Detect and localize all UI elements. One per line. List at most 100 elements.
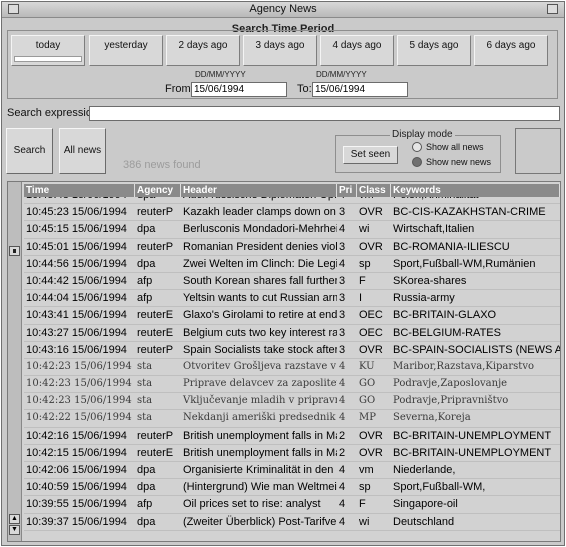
to-date-field[interactable]: 15/06/1994 bbox=[312, 82, 408, 97]
cell-agency: dpa bbox=[137, 464, 156, 476]
show-all-radio[interactable] bbox=[412, 142, 422, 152]
vertical-scrollbar[interactable]: ▲ ▼ bbox=[8, 182, 22, 541]
cell-class: F bbox=[359, 274, 366, 287]
tab-4-days-ago[interactable]: 4 days ago bbox=[320, 35, 394, 66]
col-class[interactable]: Class bbox=[357, 184, 391, 197]
cell-time: 10:42:23 15/06/1994 bbox=[26, 378, 132, 390]
all-news-button[interactable]: All news bbox=[59, 128, 106, 174]
cell-pri: 3 bbox=[339, 206, 346, 219]
col-pri[interactable]: Pri bbox=[337, 184, 357, 197]
cell-agency: afp bbox=[137, 292, 153, 305]
table-row[interactable]: 10:42:06 15/06/1994 dpa Organisierte Krimi… bbox=[24, 462, 560, 480]
table-row[interactable]: 10:43:16 15/06/1994 reuterP Spain Socialis… bbox=[24, 342, 560, 359]
search-button[interactable]: Search bbox=[6, 128, 53, 174]
cell-keywords: BC-BRITAIN-UNEMPLOYMENT bbox=[393, 429, 552, 442]
table-header: Time Agency Header Pri Class Keywords bbox=[24, 184, 560, 197]
table-row[interactable]: 10:39:55 15/06/1994 afp Oil prices set to… bbox=[24, 496, 560, 514]
cell-time: 10:43:27 15/06/1994 bbox=[26, 326, 127, 339]
cell-class: I bbox=[359, 292, 363, 305]
search-expression-input[interactable] bbox=[89, 106, 560, 121]
table-row[interactable]: 10:42:16 15/06/1994 reuterP British unempl… bbox=[24, 428, 560, 445]
tab-2-days-ago[interactable]: 2 days ago bbox=[166, 35, 240, 66]
news-window: Agency News Search Time Period today yest… bbox=[1, 1, 565, 546]
close-icon[interactable] bbox=[8, 4, 19, 14]
table-row[interactable]: 10:44:04 15/06/1994 afp Yeltsin wants to … bbox=[24, 290, 560, 308]
table-row[interactable]: 10:43:27 15/06/1994 reuterE Belgium cuts t… bbox=[24, 325, 560, 342]
scroll-thumb-icon[interactable] bbox=[9, 246, 20, 256]
table-row[interactable]: 10:45:15 15/06/1994 dpa Berlusconis Mondad… bbox=[24, 221, 560, 239]
set-seen-button[interactable]: Set seen bbox=[343, 146, 398, 164]
display-mode-title: Display mode bbox=[390, 129, 455, 140]
cell-keywords: Polen,Kriminalität bbox=[391, 197, 560, 204]
tab-label: 3 days ago bbox=[255, 40, 305, 51]
table-row[interactable]: 10:42:23 15/06/1994 sta Priprave delavcev … bbox=[24, 376, 560, 394]
cell-header: Romanian President denies viola bbox=[183, 240, 337, 253]
cell-pri: 4 bbox=[339, 515, 346, 528]
cell-class: vm bbox=[359, 464, 374, 476]
tab-yesterday[interactable]: yesterday bbox=[89, 35, 163, 66]
cell-header: British unemployment falls in Ma bbox=[183, 429, 337, 442]
cell-agency: reuterP bbox=[137, 429, 174, 442]
cell-class: wi bbox=[359, 515, 370, 528]
show-all-label: Show all news bbox=[426, 142, 484, 152]
search-expression-label: Search expression: bbox=[7, 107, 102, 119]
col-agency[interactable]: Agency bbox=[135, 184, 181, 197]
cell-header: Berlusconis Mondadori-Mehrheit bbox=[183, 223, 337, 236]
cell-time: 10:42:06 15/06/1994 bbox=[26, 464, 127, 476]
table-row[interactable]: 10:42:22 15/06/1994 sta Nekdanji ameriški … bbox=[24, 410, 560, 428]
tab-indicator bbox=[92, 56, 160, 62]
table-body: 10:45:48 15/06/1994dpaAuch russische Dip… bbox=[24, 197, 560, 540]
tab-5-days-ago[interactable]: 5 days ago bbox=[397, 35, 471, 66]
col-time[interactable]: Time bbox=[24, 184, 135, 197]
cell-header: South Korean shares fall further bbox=[183, 274, 337, 287]
tab-indicator bbox=[169, 56, 237, 62]
table-row[interactable]: 10:45:23 15/06/1994 reuterP Kazakh leader … bbox=[24, 204, 560, 222]
from-label: From: bbox=[165, 83, 194, 95]
cell-time: 10:44:56 15/06/1994 bbox=[26, 257, 127, 270]
cell-class: OEC bbox=[359, 326, 383, 339]
cell-keywords: BC-BRITAIN-GLAXO bbox=[393, 309, 497, 322]
arrow-down-icon[interactable]: ▼ bbox=[9, 525, 20, 535]
table-row[interactable]: 10:45:48 15/06/1994dpaAuch russische Dip… bbox=[24, 197, 560, 205]
arrow-up-icon[interactable]: ▲ bbox=[9, 514, 20, 524]
tab-today[interactable]: today bbox=[11, 35, 85, 66]
table-row[interactable]: 10:44:42 15/06/1994 afp South Korean shar… bbox=[24, 273, 560, 291]
cell-time: 10:42:15 15/06/1994 bbox=[26, 446, 127, 459]
cell-time: 10:39:55 15/06/1994 bbox=[26, 498, 127, 511]
cell-agency: reuterP bbox=[137, 343, 174, 356]
from-date-field[interactable]: 15/06/1994 bbox=[191, 82, 287, 97]
table-row[interactable]: 10:40:59 15/06/1994 dpa (Hintergrund) Wie … bbox=[24, 479, 560, 497]
table-row[interactable]: 10:39:37 15/06/1994 dpa (Zweiter Überblick… bbox=[24, 514, 560, 531]
cell-time: 10:45:23 15/06/1994 bbox=[26, 206, 127, 219]
table-row[interactable]: 10:42:15 15/06/1994 reuterE British unempl… bbox=[24, 445, 560, 462]
cell-pri: 3 bbox=[339, 309, 346, 322]
cell-time: 10:45:48 15/06/1994 bbox=[24, 197, 135, 204]
cell-agency: dpa bbox=[137, 515, 156, 528]
cell-keywords: Wirtschaft,Italien bbox=[393, 223, 475, 236]
cell-pri: 3 bbox=[339, 326, 346, 339]
col-header[interactable]: Header bbox=[181, 184, 337, 197]
preview-box bbox=[515, 128, 561, 174]
cell-pri: 4 bbox=[339, 223, 346, 236]
tab-indicator bbox=[323, 56, 391, 62]
tab-indicator bbox=[14, 56, 82, 62]
zoom-icon[interactable] bbox=[547, 4, 558, 14]
cell-agency: sta bbox=[137, 360, 153, 372]
cell-class: sp bbox=[359, 481, 371, 494]
cell-pri: 4 bbox=[339, 464, 346, 476]
title-bar[interactable]: Agency News bbox=[2, 2, 564, 18]
cell-time: 10:45:15 15/06/1994 bbox=[26, 223, 127, 236]
table-row[interactable]: 10:43:41 15/06/1994 reuterE Glaxo's Girola… bbox=[24, 307, 560, 325]
show-new-radio[interactable] bbox=[412, 157, 422, 167]
table-row[interactable]: 10:42:23 15/06/1994 sta Otvoritev Grošljev… bbox=[24, 359, 560, 377]
cell-time: 10:45:01 15/06/1994 bbox=[26, 240, 127, 253]
table-row[interactable]: 10:42:23 15/06/1994 sta Vključevanje mladi… bbox=[24, 393, 560, 411]
cell-agency: reuterP bbox=[137, 240, 174, 253]
tab-3-days-ago[interactable]: 3 days ago bbox=[243, 35, 317, 66]
cell-class: vm bbox=[357, 197, 391, 204]
cell-class: OVR bbox=[359, 206, 383, 219]
table-row[interactable]: 10:45:01 15/06/1994 reuterP Romanian Presi… bbox=[24, 239, 560, 256]
table-row[interactable]: 10:44:56 15/06/1994 dpa Zwei Welten im Cli… bbox=[24, 256, 560, 273]
col-keywords[interactable]: Keywords bbox=[391, 184, 560, 197]
tab-6-days-ago[interactable]: 6 days ago bbox=[474, 35, 548, 66]
